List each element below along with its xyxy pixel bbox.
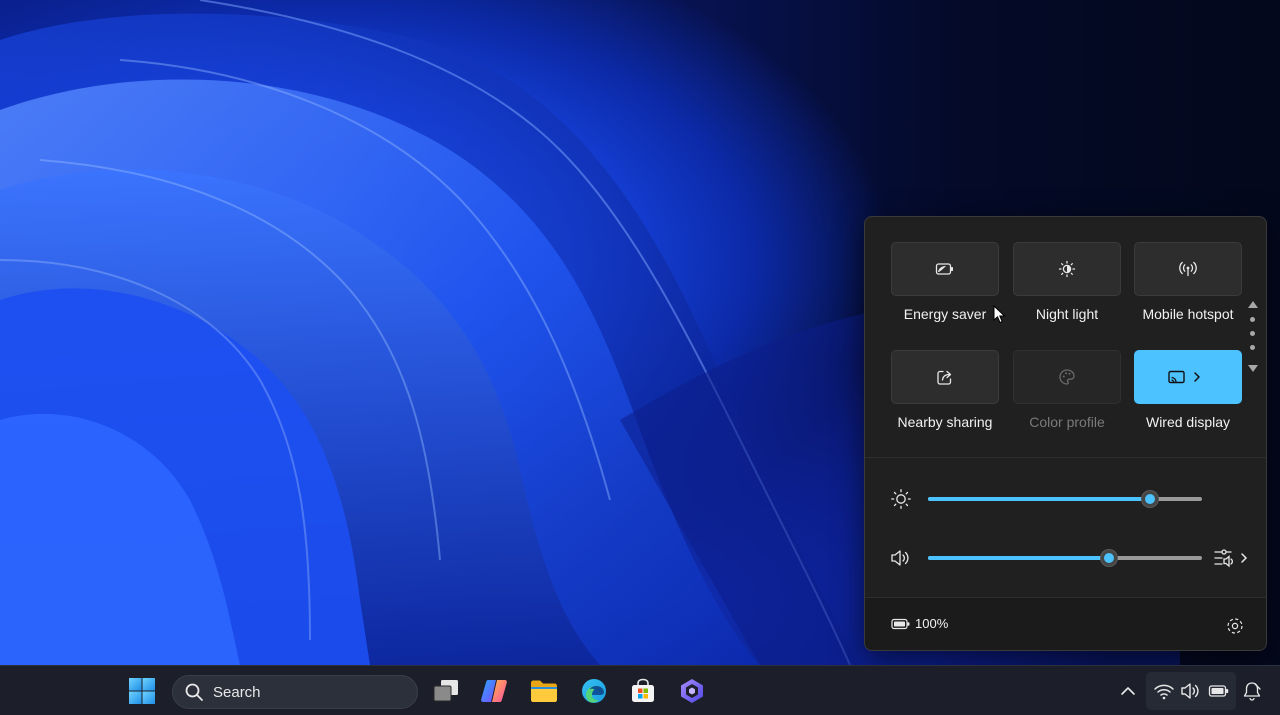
night-light-toggle[interactable] [1013, 242, 1121, 296]
brightness-row [889, 484, 1249, 514]
color-profile-toggle[interactable] [1013, 350, 1121, 404]
search-icon [185, 683, 203, 701]
chevron-right-icon [1194, 372, 1200, 382]
night-light-label: Night light [1035, 306, 1099, 322]
battery-icon [1208, 685, 1229, 697]
store-icon [632, 678, 654, 702]
tile-night-light: Night light [1013, 242, 1121, 342]
mobile-hotspot-label: Mobile hotspot [1142, 306, 1234, 322]
wired-display-toggle[interactable] [1134, 350, 1242, 404]
file-explorer-button[interactable] [528, 675, 560, 707]
mobile-hotspot-icon [1179, 261, 1197, 277]
edge-button[interactable] [578, 675, 610, 707]
battery-icon [891, 618, 910, 629]
system-tray-status[interactable] [1146, 672, 1236, 710]
search-box[interactable]: Search [172, 675, 418, 709]
volume-slider[interactable] [928, 549, 1202, 567]
page-dot-2[interactable] [1250, 331, 1255, 336]
tile-energy-saver: Energy saver [891, 242, 999, 342]
night-light-icon [1058, 260, 1076, 278]
search-placeholder: Search [213, 683, 261, 701]
nearby-sharing-label: Nearby sharing [897, 414, 993, 430]
page-down-arrow-icon[interactable] [1248, 365, 1258, 372]
tiles-divider [865, 457, 1266, 458]
energy-saver-icon [935, 263, 953, 275]
volume-icon [1181, 683, 1199, 699]
brightness-slider[interactable] [928, 490, 1202, 508]
edge-icon [582, 679, 606, 703]
tile-color-profile: Color profile [1013, 350, 1121, 450]
quick-settings-tiles: Energy saver Night light Mobile hotspot … [865, 217, 1266, 457]
quick-settings-flyout: Energy saver Night light Mobile hotspot … [864, 216, 1267, 651]
task-view-icon [433, 680, 458, 702]
nearby-sharing-icon [937, 370, 952, 385]
page-dot-1[interactable] [1250, 317, 1255, 322]
notification-icon[interactable] [1241, 680, 1263, 702]
gear-icon[interactable] [1225, 616, 1245, 636]
bing-button[interactable] [676, 675, 708, 707]
speaker-icon[interactable] [889, 547, 913, 569]
start-button[interactable] [126, 675, 158, 707]
battery-status[interactable]: 100% [891, 616, 948, 631]
page-up-arrow-icon[interactable] [1248, 301, 1258, 308]
chevron-right-icon [1241, 553, 1248, 563]
color-profile-label: Color profile [1029, 414, 1105, 430]
volume-mixer-icon[interactable] [1213, 547, 1249, 569]
tile-nearby-sharing: Nearby sharing [891, 350, 999, 450]
page-dot-3[interactable] [1250, 345, 1255, 350]
taskbar: Search [0, 665, 1280, 715]
copilot-button[interactable] [478, 675, 510, 707]
windows-logo-icon [129, 678, 155, 704]
quick-settings-footer: 100% [865, 597, 1266, 650]
brightness-fill [928, 497, 1150, 501]
brightness-icon [891, 489, 911, 509]
volume-row [889, 543, 1249, 573]
wired-display-label: Wired display [1145, 414, 1231, 430]
energy-saver-label: Energy saver [903, 306, 987, 322]
battery-percent: 100% [915, 616, 949, 631]
volume-fill [928, 556, 1109, 560]
tile-pager[interactable] [1247, 299, 1259, 379]
brightness-thumb[interactable] [1140, 490, 1159, 508]
copilot-icon [481, 680, 507, 702]
tile-wired-display: Wired display [1134, 350, 1242, 450]
task-view-button[interactable] [430, 675, 462, 707]
energy-saver-toggle[interactable] [891, 242, 999, 296]
chevron-up-icon[interactable] [1117, 680, 1139, 702]
mobile-hotspot-toggle[interactable] [1134, 242, 1242, 296]
volume-thumb[interactable] [1099, 549, 1118, 567]
tile-mobile-hotspot: Mobile hotspot [1134, 242, 1242, 342]
cast-icon [1168, 370, 1200, 384]
mouse-cursor-icon [993, 305, 1006, 324]
nearby-sharing-toggle[interactable] [891, 350, 999, 404]
color-profile-icon [1059, 369, 1075, 385]
wifi-icon [1154, 684, 1174, 700]
store-button[interactable] [627, 675, 659, 707]
folder-icon [531, 680, 557, 702]
bing-icon [681, 679, 703, 703]
